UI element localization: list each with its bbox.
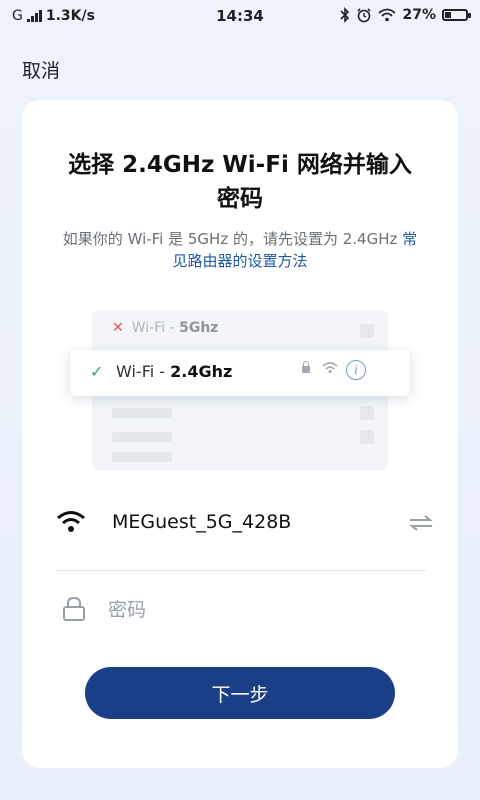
check-icon: ✓ <box>90 362 104 381</box>
info-icon: i <box>346 360 366 380</box>
divider <box>56 570 426 571</box>
placeholder-bar <box>112 452 172 462</box>
swap-icon[interactable] <box>408 514 434 532</box>
hint-text-block: 如果你的 Wi-Fi 是 5GHz 的，请先设置为 2.4GHz 常见路由器的设… <box>62 228 418 272</box>
wifi-band-illustration: ✕ Wi-Fi - 5Ghz ✓ Wi-Fi - 2.4Ghz i <box>70 310 410 470</box>
illustration-row-24ghz: ✓ Wi-Fi - 2.4Ghz i <box>70 350 410 396</box>
placeholder-square <box>360 324 374 338</box>
cancel-button[interactable]: 取消 <box>22 56 60 83</box>
placeholder-bar <box>112 408 172 418</box>
placeholder-square <box>360 406 374 420</box>
row-24g-band: 2.4Ghz <box>170 362 233 381</box>
status-right: 27% <box>340 7 471 23</box>
wifi-icon <box>57 511 85 532</box>
illustration-row-5ghz: ✕ Wi-Fi - 5Ghz <box>112 320 218 336</box>
bluetooth-icon <box>340 7 350 23</box>
placeholder-bar <box>112 432 172 442</box>
lock-icon <box>63 596 85 621</box>
row-24g-label: Wi-Fi - 2.4Ghz <box>116 362 232 381</box>
page-title: 选择 2.4GHz Wi-Fi 网络并输入密码 <box>68 152 412 212</box>
wifi-signal-icon <box>322 362 338 373</box>
status-bar: G 1.3K/s 14:34 27% <box>0 0 480 32</box>
next-button[interactable]: 下一步 <box>85 667 395 719</box>
hint-text: 如果你的 Wi-Fi 是 5GHz 的，请先设置为 2.4GHz <box>62 230 398 248</box>
alarm-icon <box>357 8 372 23</box>
wifi-ssid: MEGuest_5G_428B <box>112 511 292 533</box>
password-row <box>56 590 426 630</box>
placeholder-square <box>360 430 374 444</box>
battery-percent: 27% <box>402 7 436 23</box>
wifi-icon <box>378 8 397 22</box>
wifi-network-row[interactable]: MEGuest_5G_428B <box>56 502 433 546</box>
battery-icon <box>442 9 471 21</box>
password-input[interactable] <box>106 592 410 628</box>
cross-icon: ✕ <box>112 320 124 336</box>
row-24g-prefix: Wi-Fi - <box>116 362 171 381</box>
row-5g-band: 5Ghz <box>179 320 219 336</box>
lock-icon <box>302 361 310 373</box>
row-5g-prefix: Wi-Fi - <box>131 320 180 336</box>
wifi-setup-card: 选择 2.4GHz Wi-Fi 网络并输入密码 如果你的 Wi-Fi 是 5GH… <box>22 100 458 768</box>
